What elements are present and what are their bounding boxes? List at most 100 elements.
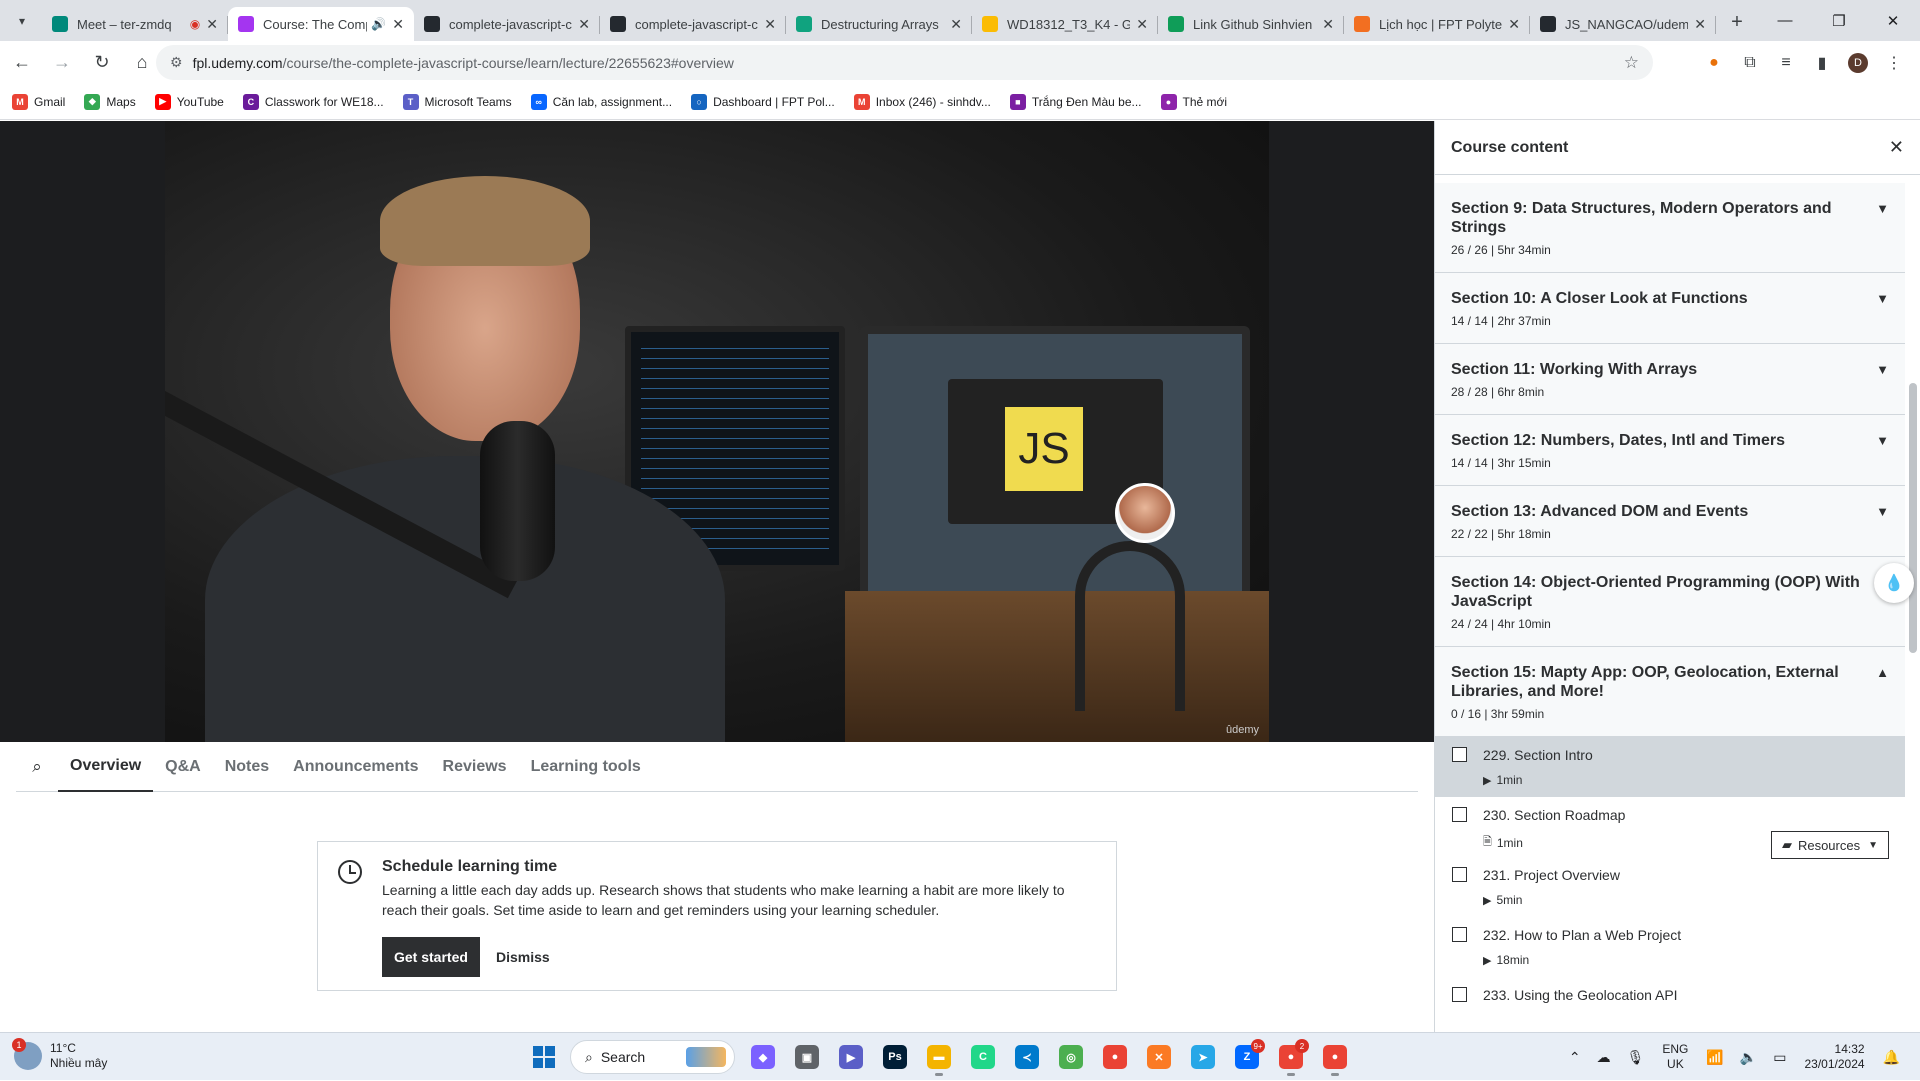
bookmark-item[interactable]: ∞ Căn lab, assignment... <box>530 93 672 110</box>
course-section[interactable]: Section 9: Data Structures, Modern Opera… <box>1435 183 1905 273</box>
course-section[interactable]: Section 12: Numbers, Dates, Intl and Tim… <box>1435 415 1905 486</box>
close-tab-icon[interactable]: ✕ <box>1136 16 1148 33</box>
photoshop-icon[interactable]: Ps <box>875 1037 915 1077</box>
chevron-down-icon[interactable]: ▼ <box>1876 201 1889 216</box>
bookmark-item[interactable]: M Gmail <box>12 93 65 110</box>
bookmark-item[interactable]: ○ Dashboard | FPT Pol... <box>691 93 835 110</box>
video-player[interactable]: JS ûdemy <box>0 121 1434 742</box>
lecture-checkbox[interactable] <box>1452 807 1467 822</box>
close-tab-icon[interactable]: ✕ <box>578 16 590 33</box>
close-tab-icon[interactable]: ✕ <box>950 16 962 33</box>
browser-tab[interactable]: Lịch học | FPT Polytec ✕ <box>1344 7 1530 41</box>
speaker-icon[interactable]: 🔊 <box>371 17 386 31</box>
restore-icon[interactable]: ❐ <box>1812 0 1866 41</box>
file-explorer-icon[interactable]: ▬ <box>919 1037 959 1077</box>
close-tab-icon[interactable]: ✕ <box>1694 16 1706 33</box>
sidebar-scrollbar[interactable] <box>1909 183 1917 1032</box>
browser-tab[interactable]: Destructuring Arrays ✕ <box>786 7 972 41</box>
floating-drop-icon[interactable]: 💧 <box>1874 563 1914 603</box>
get-started-button[interactable]: Get started <box>382 937 480 977</box>
volume-icon[interactable]: 🔈 <box>1740 1049 1757 1066</box>
bookmark-item[interactable]: ▶ YouTube <box>154 93 224 110</box>
task-view-icon[interactable]: ▣ <box>787 1037 827 1077</box>
onedrive-cloud-icon[interactable]: ☁ <box>1597 1049 1611 1066</box>
xampp-icon[interactable]: ✕ <box>1139 1037 1179 1077</box>
chevron-down-icon[interactable]: ▼ <box>1876 504 1889 519</box>
bookmark-item[interactable]: ◆ Maps <box>84 93 136 110</box>
recording-icon[interactable]: ◉ <box>190 17 200 31</box>
start-button[interactable] <box>524 1037 564 1077</box>
bookmark-star-icon[interactable]: ☆ <box>1624 53 1639 73</box>
lecture-checkbox[interactable] <box>1452 927 1467 942</box>
course-section[interactable]: Section 15: Mapty App: OOP, Geolocation,… <box>1435 647 1905 737</box>
course-section[interactable]: Section 14: Object-Oriented Programming … <box>1435 557 1905 647</box>
forward-icon[interactable]: → <box>44 45 80 81</box>
menu-kebab-icon[interactable]: ⋮ <box>1876 45 1912 81</box>
close-tab-icon[interactable]: ✕ <box>206 16 218 33</box>
copilot-app-icon[interactable]: ◆ <box>743 1037 783 1077</box>
bookmark-item[interactable]: ■ Trắng Đen Màu be... <box>1009 93 1142 110</box>
chevron-down-icon[interactable]: ▼ <box>1876 291 1889 306</box>
eclipse-icon[interactable]: ◎ <box>1051 1037 1091 1077</box>
close-tab-icon[interactable]: ✕ <box>392 16 404 33</box>
teams-chat-icon[interactable]: ▶ <box>831 1037 871 1077</box>
tab-q-a[interactable]: Q&A <box>153 742 213 792</box>
browser-tab[interactable]: JS_NANGCAO/udemy ✕ <box>1530 7 1716 41</box>
chevron-down-icon[interactable]: ▼ <box>1876 433 1889 448</box>
minimize-icon[interactable]: — <box>1758 0 1812 41</box>
browser-tab[interactable]: Link Github Sinhvien ✕ <box>1158 7 1344 41</box>
input-language[interactable]: ENG UK <box>1662 1042 1688 1072</box>
lecture-item[interactable]: 233. Using the Geolocation API <box>1435 977 1905 1032</box>
taskbar-search[interactable]: ⌕ Search <box>570 1040 735 1074</box>
tab-announcements[interactable]: Announcements <box>281 742 430 792</box>
browser-tab[interactable]: WD18312_T3_K4 - Go ✕ <box>972 7 1158 41</box>
chevron-down-icon[interactable]: ▼ <box>1876 362 1889 377</box>
close-tab-icon[interactable]: ✕ <box>764 16 776 33</box>
clock[interactable]: 14:32 23/01/2024 <box>1805 1042 1865 1072</box>
side-panel-icon[interactable]: ▮ <box>1804 45 1840 81</box>
bookmark-item[interactable]: ● Thẻ mới <box>1160 93 1227 110</box>
browser-tab[interactable]: Course: The Comp 🔊 ✕ <box>228 7 414 41</box>
new-tab-button[interactable]: + <box>1722 7 1752 37</box>
address-bar[interactable]: ⚙ fpl.udemy.com/course/the-complete-java… <box>156 45 1653 80</box>
video-frame[interactable]: JS ûdemy <box>165 121 1269 742</box>
bookmark-item[interactable]: T Microsoft Teams <box>402 93 512 110</box>
pycharm-icon[interactable]: C <box>963 1037 1003 1077</box>
chrome-profile-icon[interactable]: ● 2 <box>1271 1037 1311 1077</box>
lecture-item[interactable]: 230. Section Roadmap 🗎 1min ▰ Resources ▼ <box>1435 797 1905 859</box>
site-info-icon[interactable]: ⚙ <box>170 54 183 71</box>
battery-icon[interactable]: ▭ <box>1773 1049 1786 1066</box>
tab-overview[interactable]: Overview <box>58 742 154 792</box>
media-control-icon[interactable]: ≡ <box>1768 45 1804 81</box>
wifi-icon[interactable]: 📶 <box>1706 1049 1723 1066</box>
lecture-checkbox[interactable] <box>1452 987 1467 1002</box>
tab-search-chevron-icon[interactable]: ▾ <box>8 7 36 35</box>
close-tab-icon[interactable]: ✕ <box>1508 16 1520 33</box>
course-section[interactable]: Section 10: A Closer Look at Functions 1… <box>1435 273 1905 344</box>
telegram-icon[interactable]: ➤ <box>1183 1037 1223 1077</box>
lecture-item[interactable]: 232. How to Plan a Web Project ▶ 18min <box>1435 917 1905 977</box>
microphone-icon[interactable]: 🎙 <box>1627 1049 1645 1066</box>
close-icon[interactable]: ✕ <box>1889 137 1904 158</box>
lecture-checkbox[interactable] <box>1452 867 1467 882</box>
course-section[interactable]: Section 11: Working With Arrays 28 / 28 … <box>1435 344 1905 415</box>
browser-tab[interactable]: complete-javascript-c ✕ <box>600 7 786 41</box>
dismiss-button[interactable]: Dismiss <box>486 937 560 977</box>
resources-dropdown[interactable]: ▰ Resources ▼ <box>1770 831 1889 859</box>
back-icon[interactable]: ← <box>4 45 40 81</box>
extension-fox-icon[interactable]: ● <box>1696 45 1732 81</box>
chevron-up-icon[interactable]: ⌃ <box>1569 1049 1581 1066</box>
lecture-item[interactable]: 231. Project Overview ▶ 5min <box>1435 857 1905 917</box>
home-icon[interactable]: ⌂ <box>124 45 160 81</box>
vscode-icon[interactable]: ≺ <box>1007 1037 1047 1077</box>
tab-learning-tools[interactable]: Learning tools <box>519 742 653 792</box>
browser-tab[interactable]: complete-javascript-c ✕ <box>414 7 600 41</box>
lecture-checkbox[interactable] <box>1452 747 1467 762</box>
tab-reviews[interactable]: Reviews <box>431 742 519 792</box>
zalo-icon[interactable]: Z 9+ <box>1227 1037 1267 1077</box>
close-tab-icon[interactable]: ✕ <box>1322 16 1334 33</box>
weather-widget[interactable]: 1 11°C Nhiều mây <box>12 1038 107 1071</box>
extensions-puzzle-icon[interactable]: ⧉ <box>1732 45 1768 81</box>
reload-icon[interactable]: ↻ <box>84 45 120 81</box>
course-section[interactable]: Section 13: Advanced DOM and Events 22 /… <box>1435 486 1905 557</box>
